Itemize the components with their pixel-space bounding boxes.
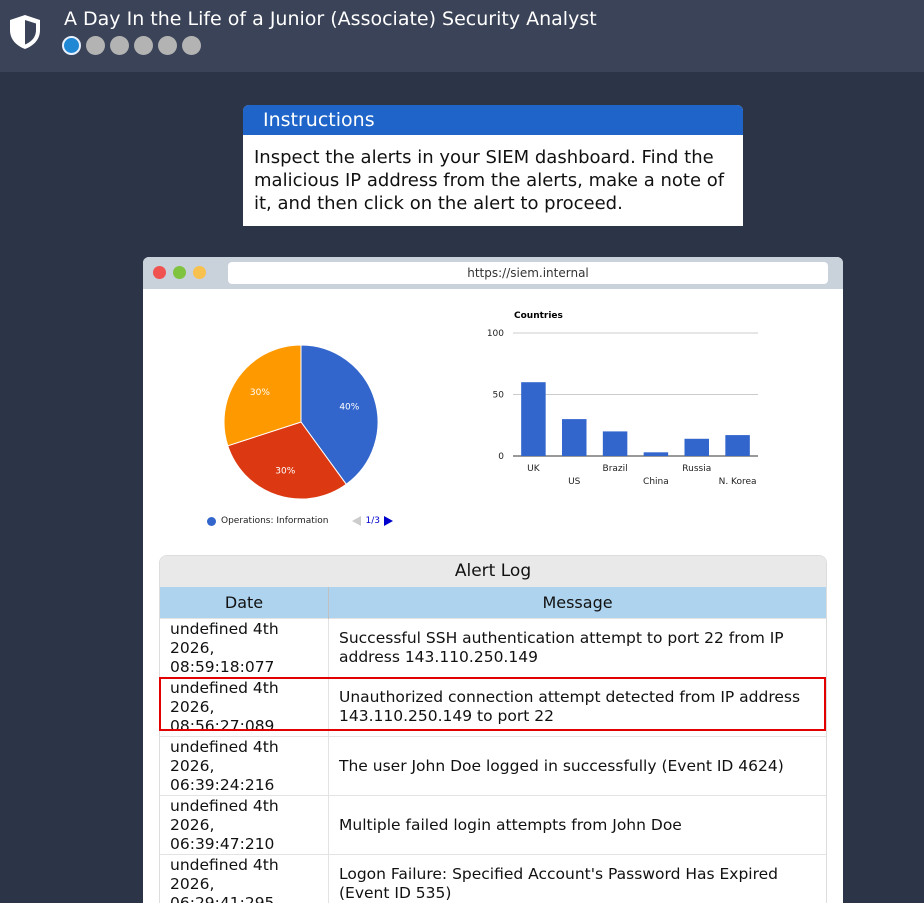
alert-row-malicious[interactable]: undefined 4th 2026, 08:56:27:089 Unautho… bbox=[160, 677, 826, 737]
maximize-window-button[interactable] bbox=[173, 266, 186, 279]
progress-step-3 bbox=[110, 36, 129, 55]
progress-step-6 bbox=[182, 36, 201, 55]
alert-log: Alert Log Date Message undefined 4th 202… bbox=[159, 555, 827, 903]
pie-slice-label: 30% bbox=[250, 388, 270, 398]
progress-step-4 bbox=[134, 36, 153, 55]
x-tick-label: Brazil bbox=[603, 464, 628, 474]
alert-table: Date Message undefined 4th 2026, 08:59:1… bbox=[160, 587, 826, 903]
legend-pager: 1/3 bbox=[352, 516, 393, 526]
alert-date: undefined 4th 2026, 06:39:24:216 bbox=[160, 736, 329, 796]
alert-message: The user John Doe logged in successfully… bbox=[328, 736, 826, 796]
bar-china[interactable] bbox=[643, 452, 669, 456]
x-tick-label: US bbox=[568, 477, 581, 487]
alert-message: Logon Failure: Specified Account's Passw… bbox=[328, 854, 826, 903]
x-tick-label: Russia bbox=[682, 464, 711, 474]
alert-row[interactable]: undefined 4th 2026, 06:39:24:216 The use… bbox=[160, 736, 826, 796]
pie-legend: Operations: Information 1/3 bbox=[207, 516, 393, 526]
bar-us[interactable] bbox=[562, 419, 587, 456]
shield-icon bbox=[10, 15, 40, 49]
operations-pie-chart: 40% 30% 30% bbox=[223, 344, 379, 500]
alert-message: Unauthorized connection attempt detected… bbox=[328, 677, 826, 737]
pie-slice-label: 40% bbox=[339, 402, 359, 412]
alert-message: Multiple failed login attempts from John… bbox=[328, 795, 826, 855]
pie-slice-label: 30% bbox=[275, 466, 295, 476]
alert-date: undefined 4th 2026, 08:59:18:077 bbox=[160, 618, 329, 678]
alert-date: undefined 4th 2026, 08:56:27:089 bbox=[160, 677, 329, 737]
progress-step-1 bbox=[62, 36, 81, 55]
progress-step-2 bbox=[86, 36, 105, 55]
bar-russia[interactable] bbox=[684, 438, 710, 456]
instructions-text: Inspect the alerts in your SIEM dashboar… bbox=[254, 147, 725, 214]
alert-table-header: Date Message bbox=[160, 587, 826, 619]
y-tick-label: 50 bbox=[493, 391, 505, 401]
alert-log-title: Alert Log bbox=[160, 556, 826, 587]
close-window-button[interactable] bbox=[153, 266, 166, 279]
browser-toolbar: https://siem.internal bbox=[143, 257, 843, 289]
next-page-icon[interactable] bbox=[383, 516, 393, 526]
page-title: A Day In the Life of a Junior (Associate… bbox=[64, 8, 597, 30]
bar-brazil[interactable] bbox=[602, 431, 628, 456]
legend-page-number: 1/3 bbox=[365, 516, 380, 526]
legend-label: Operations: Information bbox=[221, 516, 329, 526]
previous-page-icon[interactable] bbox=[352, 516, 362, 526]
address-bar[interactable]: https://siem.internal bbox=[228, 262, 828, 284]
bar-n-korea[interactable] bbox=[725, 435, 750, 456]
countries-bar-chart: Countries 0 50 100 UK US Brazil China Russia N. K… bbox=[487, 311, 758, 487]
alert-row[interactable]: undefined 4th 2026, 08:59:18:077 Success… bbox=[160, 618, 826, 678]
y-tick-label: 100 bbox=[487, 329, 504, 339]
alert-date: undefined 4th 2026, 06:39:47:210 bbox=[160, 795, 329, 855]
instructions-panel: Instructions Inspect the alerts in your … bbox=[243, 105, 743, 226]
column-header-date: Date bbox=[160, 587, 329, 619]
y-tick-label: 0 bbox=[498, 452, 504, 462]
x-tick-label: China bbox=[643, 477, 669, 487]
top-bar: A Day In the Life of a Junior (Associate… bbox=[0, 0, 924, 72]
alert-row[interactable]: undefined 4th 2026, 06:39:47:210 Multipl… bbox=[160, 795, 826, 855]
x-tick-label: N. Korea bbox=[719, 477, 757, 487]
minimize-window-button[interactable] bbox=[193, 266, 206, 279]
alert-row[interactable]: undefined 4th 2026, 06:29:41:295 Logon F… bbox=[160, 854, 826, 903]
progress-step-5 bbox=[158, 36, 177, 55]
column-header-message: Message bbox=[328, 587, 826, 619]
alert-date: undefined 4th 2026, 06:29:41:295 bbox=[160, 854, 329, 903]
bar-uk[interactable] bbox=[521, 382, 546, 456]
instructions-heading: Instructions bbox=[243, 105, 743, 135]
x-tick-label: UK bbox=[527, 464, 541, 474]
legend-marker bbox=[207, 516, 216, 526]
progress-indicator bbox=[62, 36, 201, 55]
alert-message: Successful SSH authentication attempt to… bbox=[328, 618, 826, 678]
chart-title: Countries bbox=[514, 311, 563, 321]
browser-window: https://siem.internal 40% 30% 30% Operatio… bbox=[143, 257, 843, 903]
